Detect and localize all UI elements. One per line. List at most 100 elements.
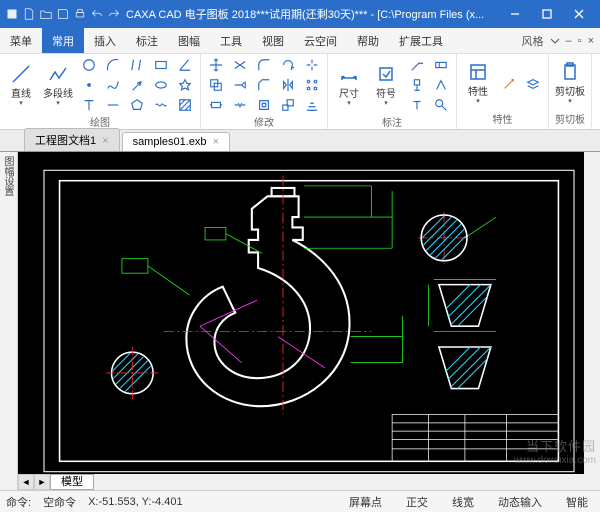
layer-icon[interactable]: [522, 75, 544, 93]
move-icon[interactable]: [205, 56, 227, 74]
hscroll-track[interactable]: [94, 474, 600, 490]
copy-icon[interactable]: [205, 76, 227, 94]
ribbon-group-draw: 直线▾ 多段线▾: [0, 54, 201, 129]
prop-tools-grid: [498, 75, 544, 93]
model-tab[interactable]: 模型: [50, 474, 94, 490]
save-icon[interactable]: [57, 8, 69, 20]
close-icon[interactable]: ×: [213, 136, 219, 148]
horizontal-scrollbar: ◄ ► 模型: [18, 474, 600, 490]
text-icon[interactable]: [78, 96, 100, 114]
drawing-content: [18, 152, 600, 490]
angle-icon[interactable]: [174, 56, 196, 74]
properties-button[interactable]: 特性▾: [461, 60, 495, 107]
spline-icon[interactable]: [102, 76, 124, 94]
minimize-button[interactable]: [500, 4, 530, 24]
menu-view[interactable]: 视图: [252, 28, 294, 53]
balloon-icon[interactable]: [430, 96, 452, 114]
align-icon[interactable]: [301, 96, 323, 114]
doc-tab-0[interactable]: 工程图文档1×: [24, 128, 120, 151]
side-panel: 图幅设置 图库特性: [0, 152, 18, 490]
polyline-button[interactable]: 多段线▾: [41, 62, 75, 109]
circle-icon[interactable]: [78, 56, 100, 74]
menu-annotate[interactable]: 标注: [126, 28, 168, 53]
menu-main[interactable]: 菜单: [0, 28, 42, 53]
text2-icon[interactable]: [406, 96, 428, 114]
open-icon[interactable]: [40, 8, 52, 20]
doc-tab-1[interactable]: samples01.exb×: [122, 132, 230, 151]
stretch-icon[interactable]: [205, 96, 227, 114]
rect-icon[interactable]: [150, 56, 172, 74]
menu-ext[interactable]: 扩展工具: [389, 28, 453, 53]
ribbon-group-modify: 修改: [201, 54, 328, 129]
fillet-icon[interactable]: [253, 56, 275, 74]
status-smart[interactable]: 智能: [560, 494, 594, 510]
side-tab-frame[interactable]: 图幅设置: [0, 156, 15, 486]
scroll-right-button[interactable]: ►: [34, 474, 50, 490]
hline-icon[interactable]: [102, 96, 124, 114]
menu-frame[interactable]: 图幅: [168, 28, 210, 53]
mirror-icon[interactable]: [277, 76, 299, 94]
array-icon[interactable]: [301, 76, 323, 94]
extend-icon[interactable]: [229, 76, 251, 94]
trim-icon[interactable]: [229, 56, 251, 74]
match-icon[interactable]: [498, 75, 520, 93]
vertical-scrollbar[interactable]: [584, 152, 600, 474]
status-dyninput[interactable]: 动态输入: [492, 494, 548, 510]
parallel-icon[interactable]: [126, 56, 148, 74]
mdi-close[interactable]: ×: [588, 35, 594, 47]
mdi-min[interactable]: –: [566, 35, 572, 47]
ribbon-label-clip: 剪切板: [553, 111, 587, 129]
cad-canvas[interactable]: [18, 152, 600, 490]
status-lineweight[interactable]: 线宽: [446, 494, 480, 510]
point-icon[interactable]: [78, 76, 100, 94]
ellipse-icon[interactable]: [150, 76, 172, 94]
leader-icon[interactable]: [406, 56, 428, 74]
arc-icon[interactable]: [102, 56, 124, 74]
style-button[interactable]: 风格: [522, 33, 544, 49]
dimension-button[interactable]: 尺寸▾: [332, 62, 366, 109]
menu-cloud[interactable]: 云空间: [294, 28, 347, 53]
new-icon[interactable]: [23, 8, 35, 20]
offset-icon[interactable]: [253, 96, 275, 114]
wave-icon[interactable]: [150, 96, 172, 114]
scroll-left-button[interactable]: ◄: [18, 474, 34, 490]
line-button[interactable]: 直线▾: [4, 62, 38, 109]
maximize-button[interactable]: [532, 4, 562, 24]
menu-tools[interactable]: 工具: [210, 28, 252, 53]
symbol-button[interactable]: 符号▾: [369, 62, 403, 109]
close-icon[interactable]: ×: [102, 135, 108, 147]
ribbon-label-prop: 特性: [461, 111, 544, 129]
modify-tools-grid: [205, 56, 323, 114]
coords: X:-51.553, Y:-4.401: [88, 496, 183, 508]
ribbon-label-modify: 修改: [205, 114, 323, 132]
redo-icon[interactable]: [108, 8, 120, 20]
chamfer-icon[interactable]: [253, 76, 275, 94]
close-button[interactable]: [564, 4, 594, 24]
hatch-icon[interactable]: [174, 96, 196, 114]
perp-icon[interactable]: [126, 76, 148, 94]
status-ortho[interactable]: 正交: [400, 494, 434, 510]
command-value: 空命令: [43, 494, 76, 510]
undo-icon[interactable]: [91, 8, 103, 20]
break-icon[interactable]: [229, 96, 251, 114]
titlebar: CAXA CAD 电子图板 2018***试用期(还剩30天)*** - [C:…: [0, 0, 600, 28]
app-icon: [6, 8, 18, 20]
menu-insert[interactable]: 插入: [84, 28, 126, 53]
explode-icon[interactable]: [301, 56, 323, 74]
clipboard-button[interactable]: 剪切板▾: [553, 60, 587, 107]
menu-help[interactable]: 帮助: [347, 28, 389, 53]
scale-icon[interactable]: [277, 96, 299, 114]
ribbon: 直线▾ 多段线▾: [0, 54, 600, 130]
star-icon[interactable]: [174, 76, 196, 94]
chevron-down-icon[interactable]: [550, 36, 560, 46]
menu-common[interactable]: 常用: [42, 28, 84, 53]
surface-icon[interactable]: [430, 76, 452, 94]
datum-icon[interactable]: [406, 76, 428, 94]
print-icon[interactable]: [74, 8, 86, 20]
command-label: 命令:: [6, 494, 31, 510]
polygon-icon[interactable]: [126, 96, 148, 114]
mdi-restore[interactable]: ▫: [578, 35, 582, 47]
status-screenpt[interactable]: 屏幕点: [343, 494, 388, 510]
rotate-icon[interactable]: [277, 56, 299, 74]
tolerance-icon[interactable]: [430, 56, 452, 74]
